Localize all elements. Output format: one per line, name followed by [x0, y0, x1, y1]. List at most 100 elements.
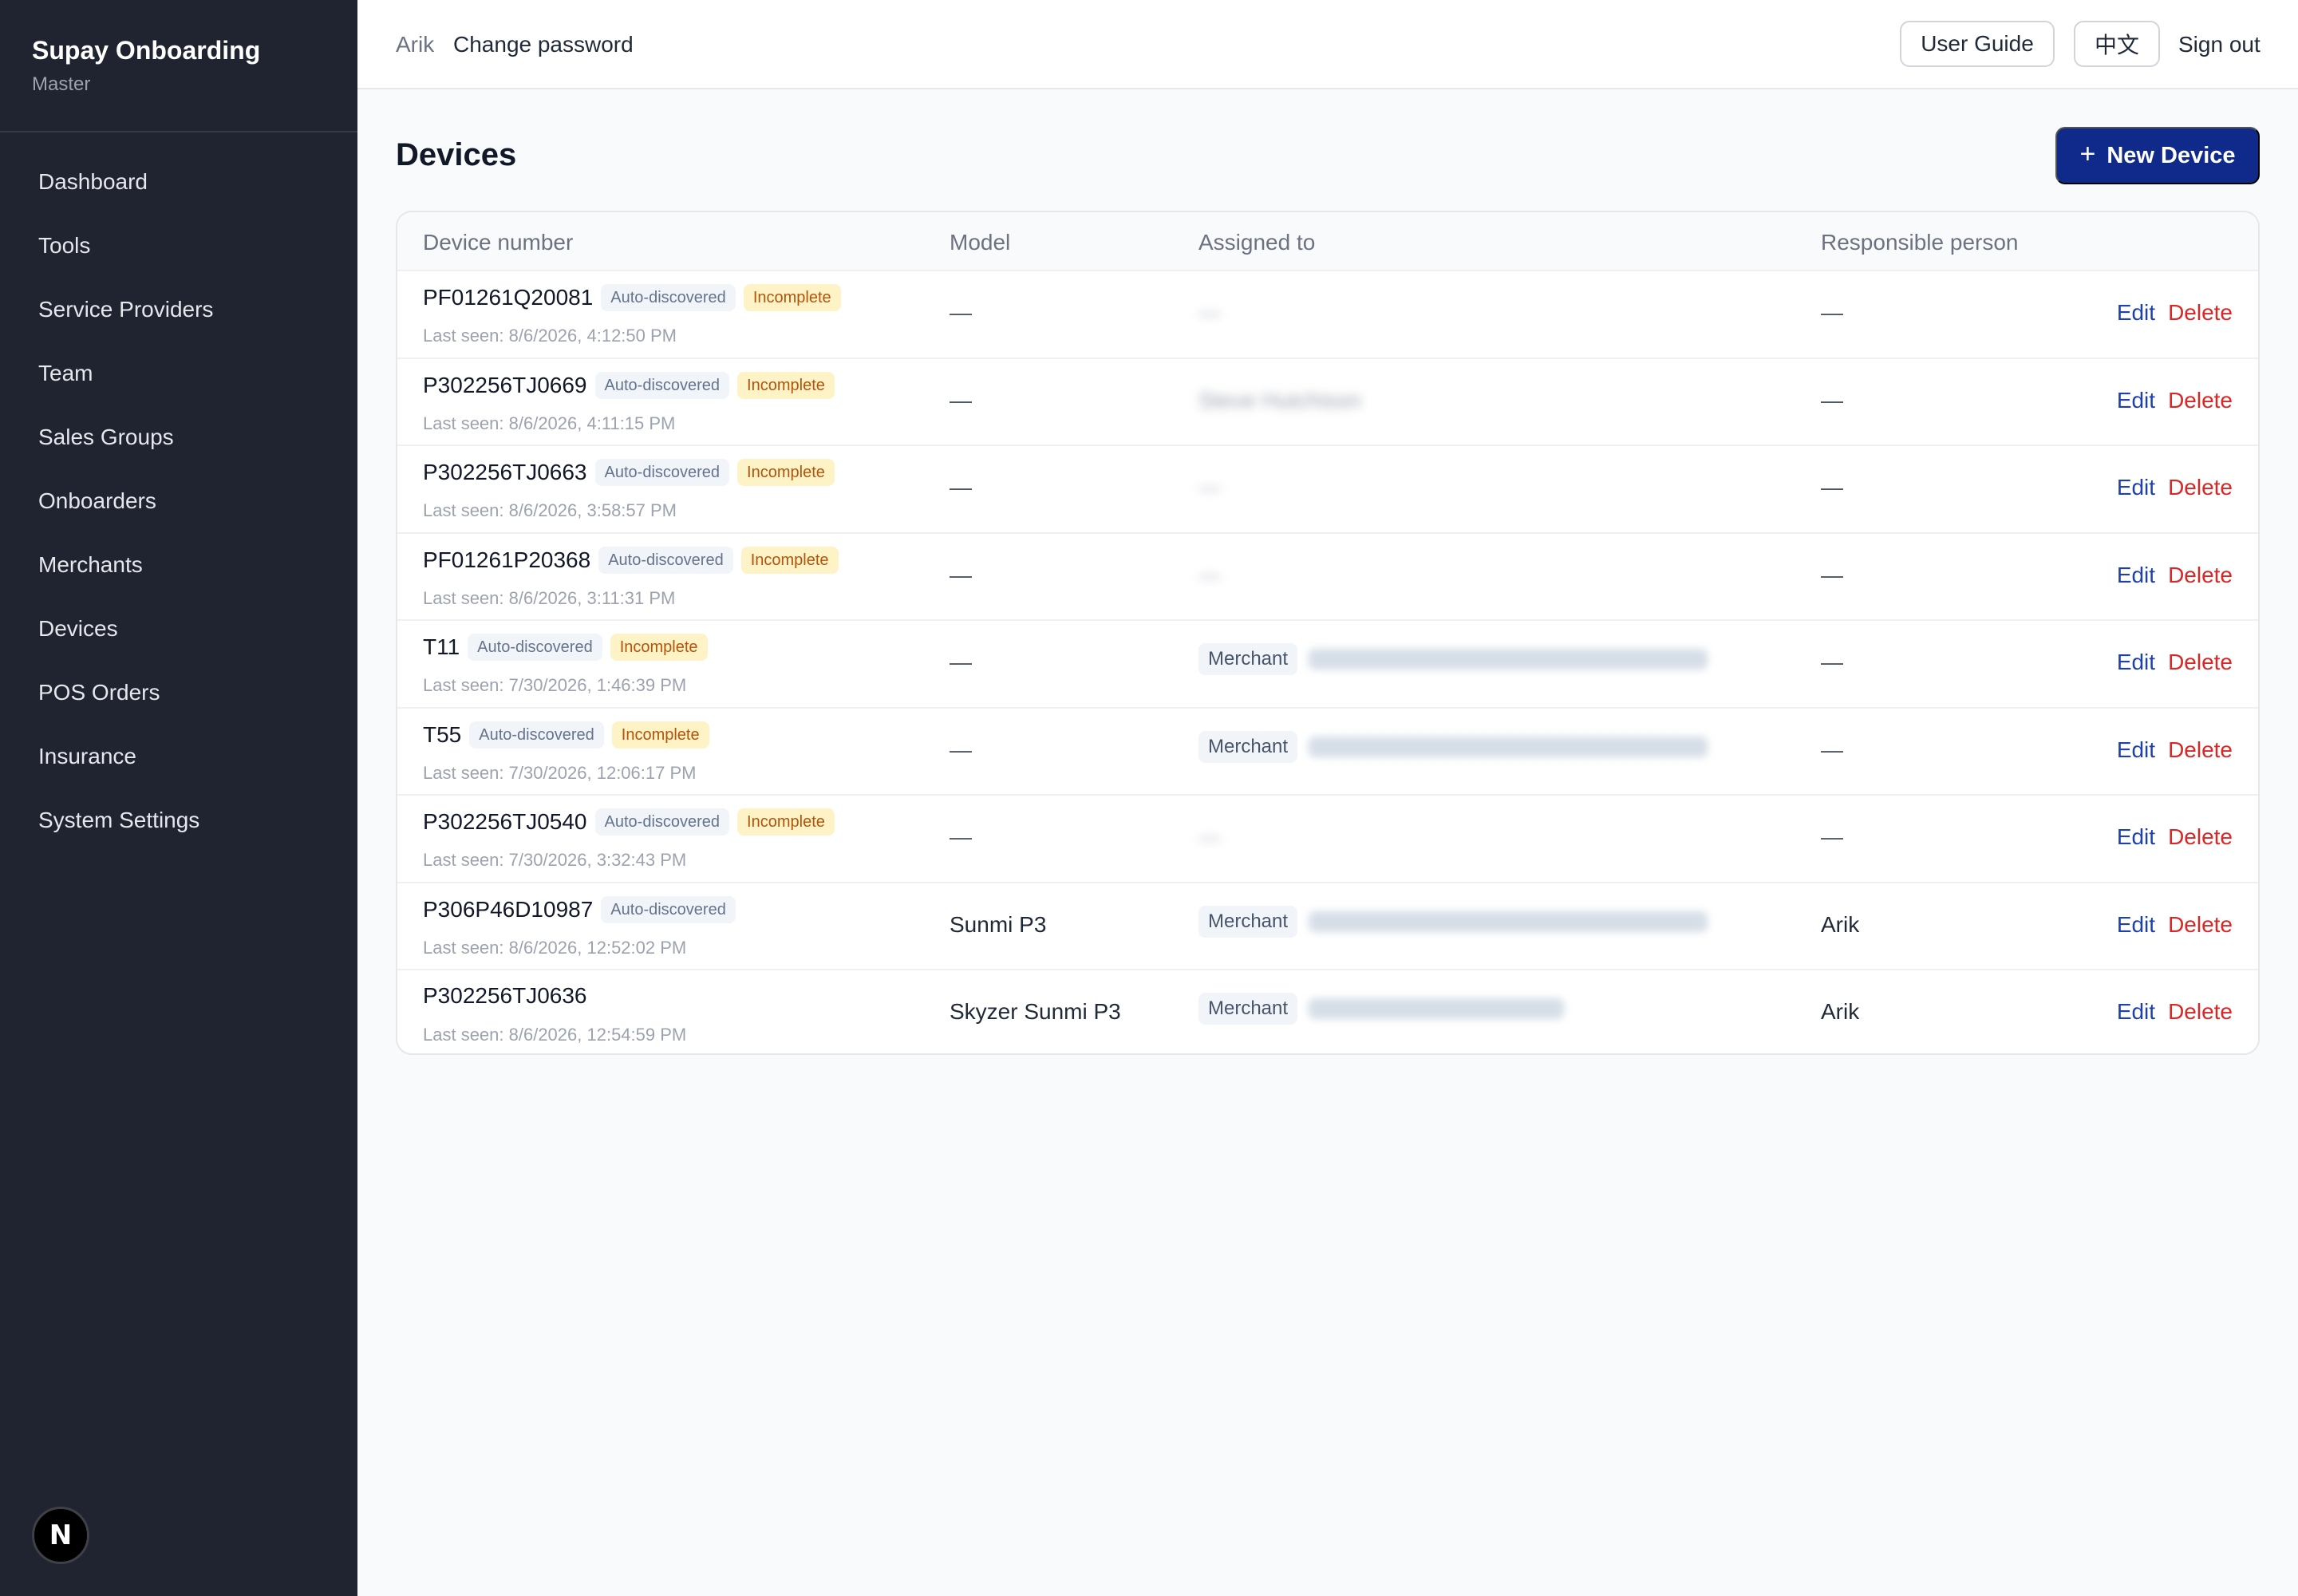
nextjs-devtools-icon[interactable]: N: [32, 1507, 89, 1564]
device-number: PF01261P20368: [423, 547, 591, 572]
model-value: —: [950, 562, 972, 587]
auto-discovered-badge: Auto-discovered: [469, 721, 604, 749]
sidebar-item-dashboard[interactable]: Dashboard: [0, 150, 357, 214]
top-bar: Arik Change password User Guide 中文 Sign …: [357, 0, 2298, 89]
sidebar-nav: Dashboard Tools Service Providers Team S…: [0, 132, 357, 852]
column-header-assigned: Assigned to: [1198, 230, 1316, 255]
edit-link[interactable]: Edit: [2117, 650, 2155, 675]
column-header-responsible: Responsible person: [1821, 230, 2019, 255]
device-number: T55: [423, 721, 462, 747]
row-actions: Edit Delete: [2117, 563, 2233, 588]
app-subtitle: Master: [32, 73, 91, 95]
responsible-person-value: —: [1821, 562, 1843, 587]
sidebar-item-sales-groups[interactable]: Sales Groups: [0, 405, 357, 469]
new-device-label: New Device: [2106, 142, 2236, 168]
last-seen-text: Last seen: 7/30/2026, 12:06:17 PM: [423, 762, 697, 783]
edit-link[interactable]: Edit: [2117, 737, 2155, 763]
column-header-device: Device number: [423, 230, 574, 255]
merchant-tag: Merchant: [1198, 730, 1298, 763]
edit-link[interactable]: Edit: [2117, 300, 2155, 326]
change-password-link[interactable]: Change password: [453, 32, 634, 57]
edit-link[interactable]: Edit: [2117, 475, 2155, 500]
device-number: T11: [423, 634, 460, 659]
model-value: —: [950, 300, 972, 325]
sidebar-item-pos-orders[interactable]: POS Orders: [0, 661, 357, 725]
assigned-to-value: —: [1198, 562, 1221, 587]
delete-link[interactable]: Delete: [2168, 999, 2233, 1025]
incomplete-badge: Incomplete: [737, 459, 835, 486]
edit-link[interactable]: Edit: [2117, 999, 2155, 1025]
table-row: PF01261Q20081 Auto-discovered Incomplete …: [397, 271, 2258, 359]
row-actions: Edit Delete: [2117, 300, 2233, 326]
new-device-button[interactable]: + New Device: [2055, 127, 2260, 184]
sidebar-item-team[interactable]: Team: [0, 342, 357, 405]
edit-link[interactable]: Edit: [2117, 388, 2155, 413]
row-actions: Edit Delete: [2117, 650, 2233, 675]
delete-link[interactable]: Delete: [2168, 912, 2233, 938]
sidebar-item-tools[interactable]: Tools: [0, 214, 357, 278]
table-row: P302256TJ0669 Auto-discovered Incomplete …: [397, 359, 2258, 446]
device-number-cell: P306P46D10987 Auto-discovered: [423, 895, 736, 923]
table-row: PF01261P20368 Auto-discovered Incomplete …: [397, 534, 2258, 621]
delete-link[interactable]: Delete: [2168, 388, 2233, 413]
sidebar-item-service-providers[interactable]: Service Providers: [0, 278, 357, 342]
model-value: Sunmi P3: [950, 911, 1047, 937]
device-number: P302256TJ0669: [423, 372, 587, 397]
brand: Supay Onboarding Master: [0, 0, 357, 132]
row-actions: Edit Delete: [2117, 388, 2233, 413]
edit-link[interactable]: Edit: [2117, 563, 2155, 588]
redacted-merchant-name: [1309, 736, 1708, 757]
row-actions: Edit Delete: [2117, 912, 2233, 938]
device-number-cell: P302256TJ0540 Auto-discovered Incomplete: [423, 808, 835, 836]
assigned-to-value: Steve Hutchison: [1198, 387, 1361, 413]
edit-link[interactable]: Edit: [2117, 912, 2155, 938]
user-guide-button[interactable]: User Guide: [1900, 21, 2055, 67]
current-user: Arik: [396, 32, 435, 57]
merchant-tag: Merchant: [1198, 905, 1298, 938]
device-number-cell: P302256TJ0636: [423, 983, 587, 1009]
incomplete-badge: Incomplete: [737, 808, 835, 836]
delete-link[interactable]: Delete: [2168, 475, 2233, 500]
delete-link[interactable]: Delete: [2168, 737, 2233, 763]
row-actions: Edit Delete: [2117, 737, 2233, 763]
responsible-person-value: —: [1821, 300, 1843, 325]
assigned-to-value: —: [1198, 300, 1221, 325]
table-row: P302256TJ0636 Last seen: 8/6/2026, 12:54…: [397, 970, 2258, 1053]
responsible-person-value: —: [1821, 650, 1843, 674]
table-body: PF01261Q20081 Auto-discovered Incomplete …: [397, 271, 2258, 1053]
device-number: PF01261Q20081: [423, 285, 594, 310]
row-actions: Edit Delete: [2117, 475, 2233, 500]
last-seen-text: Last seen: 8/6/2026, 12:52:02 PM: [423, 937, 687, 958]
edit-link[interactable]: Edit: [2117, 824, 2155, 850]
delete-link[interactable]: Delete: [2168, 563, 2233, 588]
last-seen-text: Last seen: 8/6/2026, 4:12:50 PM: [423, 326, 677, 346]
delete-link[interactable]: Delete: [2168, 300, 2233, 326]
sidebar-item-onboarders[interactable]: Onboarders: [0, 469, 357, 533]
sidebar-item-system-settings[interactable]: System Settings: [0, 788, 357, 852]
responsible-person-value: —: [1821, 824, 1843, 849]
assigned-to-merchant: Merchant: [1198, 905, 1708, 938]
table-header: Device number Model Assigned to Responsi…: [397, 212, 2258, 271]
last-seen-text: Last seen: 8/6/2026, 12:54:59 PM: [423, 1025, 687, 1045]
sign-out-link[interactable]: Sign out: [2178, 32, 2260, 57]
device-number-cell: PF01261P20368 Auto-discovered Incomplete: [423, 546, 839, 574]
delete-link[interactable]: Delete: [2168, 650, 2233, 675]
sidebar-item-devices[interactable]: Devices: [0, 597, 357, 661]
table-row: P302256TJ0663 Auto-discovered Incomplete …: [397, 446, 2258, 534]
language-toggle-button[interactable]: 中文: [2074, 21, 2160, 67]
sidebar: Supay Onboarding Master Dashboard Tools …: [0, 0, 357, 1596]
model-value: —: [950, 387, 972, 413]
incomplete-badge: Incomplete: [737, 371, 835, 399]
sidebar-item-merchants[interactable]: Merchants: [0, 533, 357, 597]
redacted-merchant-name: [1309, 911, 1708, 932]
assigned-to-value: —: [1198, 824, 1221, 849]
table-row: T55 Auto-discovered Incomplete Last seen:…: [397, 709, 2258, 796]
column-header-model: Model: [950, 230, 1011, 255]
responsible-person-value: —: [1821, 475, 1843, 500]
delete-link[interactable]: Delete: [2168, 824, 2233, 850]
sidebar-item-insurance[interactable]: Insurance: [0, 725, 357, 788]
last-seen-text: Last seen: 8/6/2026, 3:11:31 PM: [423, 587, 676, 608]
assigned-to-merchant: Merchant: [1198, 730, 1708, 763]
model-value: Skyzer Sunmi P3: [950, 999, 1121, 1024]
table-row: P302256TJ0540 Auto-discovered Incomplete …: [397, 796, 2258, 883]
